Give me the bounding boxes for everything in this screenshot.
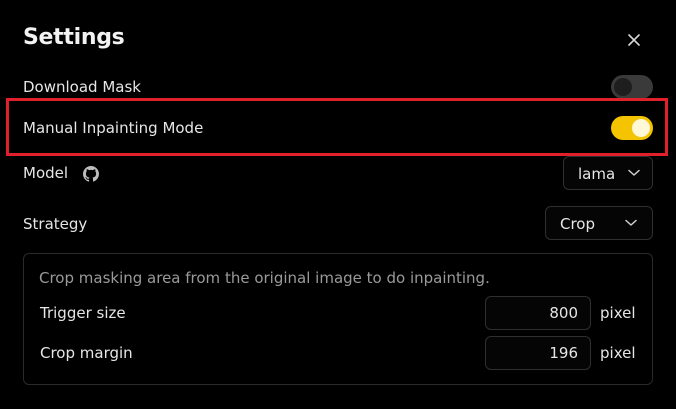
download-mask-label: Download Mask (23, 78, 141, 96)
strategy-select-value: Crop (560, 215, 596, 233)
crop-margin-label: Crop margin (40, 344, 133, 362)
trigger-size-unit: pixel (600, 304, 636, 322)
crop-margin-unit: pixel (600, 344, 636, 362)
manual-inpainting-label: Manual Inpainting Mode (23, 119, 204, 137)
settings-dialog: Settings Download Mask Manual Inpainting… (0, 0, 676, 409)
strategy-select[interactable]: Crop (545, 206, 653, 240)
chevron-down-icon (625, 219, 637, 226)
close-icon (628, 34, 640, 46)
trigger-size-label: Trigger size (40, 304, 126, 322)
manual-inpainting-toggle[interactable] (611, 116, 653, 140)
model-select-value: lama (578, 165, 616, 183)
toggle-knob (632, 119, 650, 137)
model-label: Model (23, 164, 69, 182)
toggle-knob (614, 78, 632, 96)
model-select[interactable]: lama (563, 156, 653, 190)
github-icon[interactable] (83, 166, 99, 182)
trigger-size-input[interactable] (485, 296, 591, 330)
dialog-title: Settings (23, 25, 125, 50)
strategy-label: Strategy (23, 215, 88, 233)
crop-margin-input[interactable] (485, 336, 591, 370)
download-mask-toggle[interactable] (611, 75, 653, 99)
chevron-down-icon (628, 169, 640, 176)
close-button[interactable] (624, 30, 644, 50)
crop-description: Crop masking area from the original imag… (39, 269, 490, 287)
